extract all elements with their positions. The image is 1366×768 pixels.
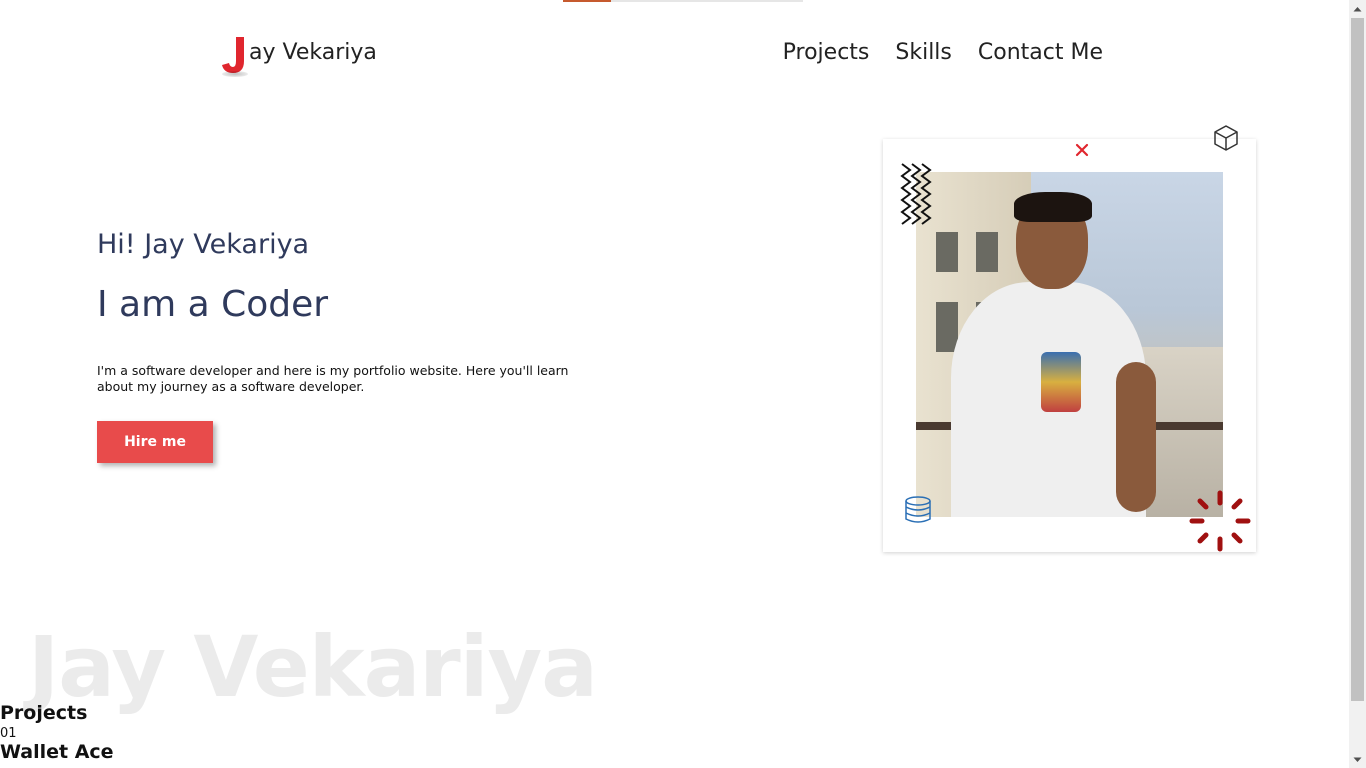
page-scrollbar[interactable] — [1349, 0, 1366, 768]
scroll-progress-bar — [563, 0, 803, 2]
cube-icon — [1214, 125, 1238, 151]
nav-skills[interactable]: Skills — [895, 38, 952, 68]
zigzag-icon — [900, 163, 932, 225]
name-watermark: Jay Vekariya — [28, 618, 598, 716]
project-title[interactable]: Wallet Ace — [0, 741, 114, 763]
main-nav: Projects Skills Contact Me — [783, 38, 1103, 68]
hero-description: I'm a software developer and here is my … — [97, 363, 569, 394]
nav-projects[interactable]: Projects — [783, 38, 870, 68]
profile-photo — [916, 172, 1223, 517]
nav-contact[interactable]: Contact Me — [978, 38, 1103, 68]
project-number: 01 — [0, 726, 17, 741]
scroll-progress-fill — [563, 0, 611, 2]
logo-text: ay Vekariya — [249, 40, 377, 65]
hero-title: I am a Coder — [97, 284, 329, 325]
close-icon — [1075, 143, 1089, 157]
projects-section-title: Projects — [0, 702, 88, 724]
database-icon — [905, 496, 931, 523]
scrollbar-thumb[interactable] — [1351, 18, 1364, 701]
scroll-down-arrow-icon[interactable] — [1349, 751, 1366, 768]
spinner-icon — [1189, 490, 1251, 552]
hero-greeting: Hi! Jay Vekariya — [97, 229, 310, 260]
hire-me-button[interactable]: Hire me — [97, 421, 213, 463]
logo-j-icon — [220, 35, 248, 77]
scroll-up-arrow-icon[interactable] — [1349, 0, 1366, 17]
site-logo[interactable]: ay Vekariya — [220, 33, 377, 77]
